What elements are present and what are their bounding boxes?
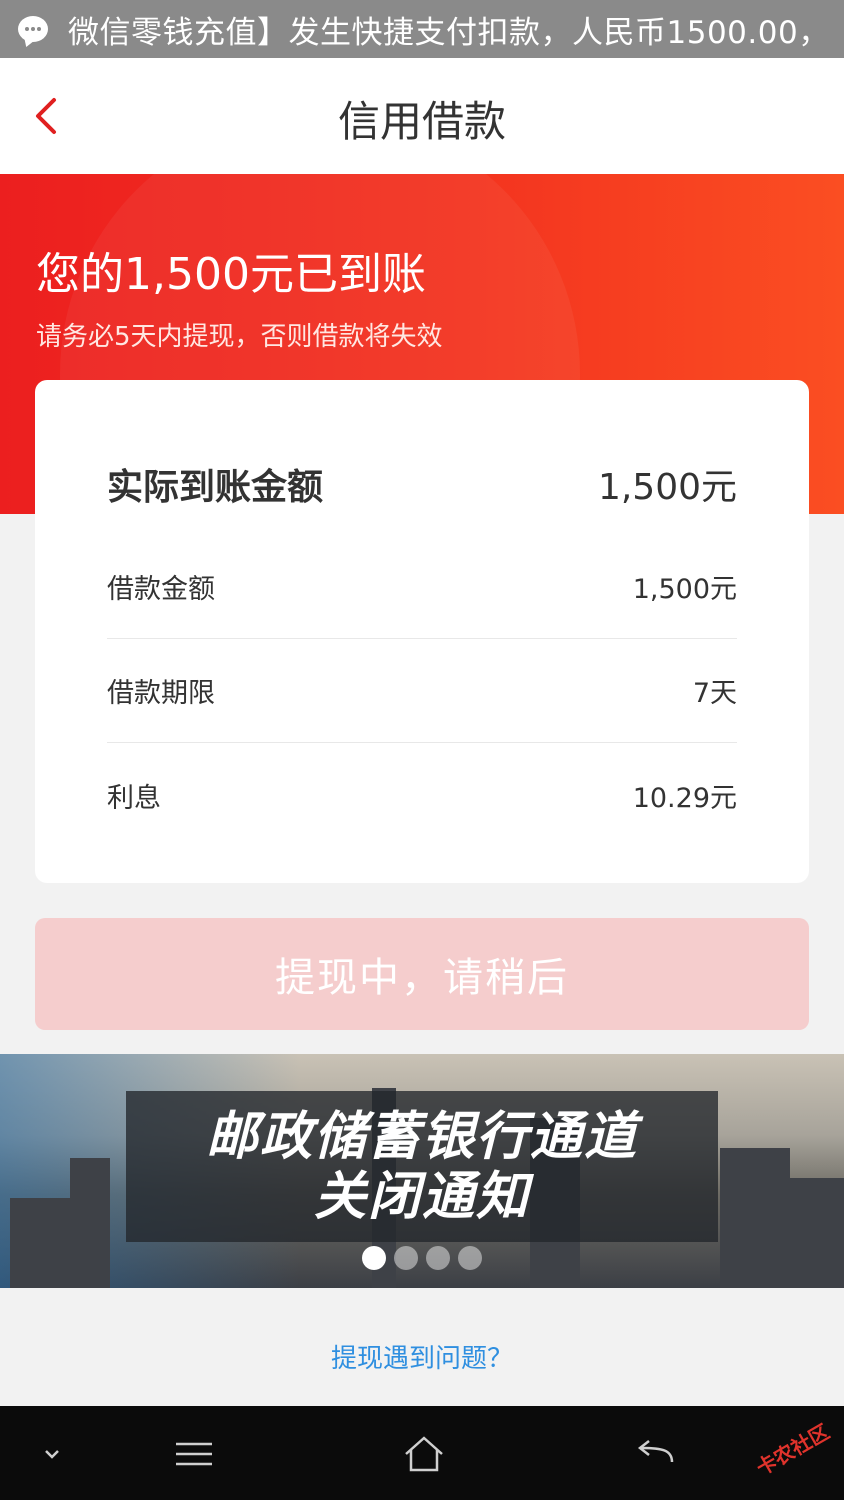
- carousel-dot[interactable]: [458, 1246, 482, 1270]
- withdraw-button[interactable]: 提现中，请稍后: [35, 918, 809, 1030]
- loan-term-row: 借款期限 7天: [107, 639, 737, 743]
- banner-text-box: 邮政储蓄银行通道 关闭通知: [126, 1091, 718, 1242]
- notification-text: 微信零钱充值】发生快捷支付扣款，人民币1500.00，: [68, 14, 830, 51]
- received-amount-value: 1,500元: [597, 467, 737, 508]
- withdraw-help-link[interactable]: 提现遇到问题？: [0, 1338, 844, 1375]
- chat-bubble-icon: [18, 16, 48, 42]
- carousel-dot[interactable]: [362, 1246, 386, 1270]
- chevron-down-icon[interactable]: [30, 1432, 74, 1476]
- loan-term-value: 7天: [692, 678, 737, 709]
- notification-bar[interactable]: 微信零钱充值】发生快捷支付扣款，人民币1500.00，: [0, 0, 844, 58]
- banner-building: [790, 1178, 844, 1288]
- banner-title-line1: 邮政储蓄银行通道: [205, 1106, 638, 1167]
- banner-building: [10, 1198, 70, 1288]
- interest-value: 10.29元: [632, 782, 737, 814]
- page-title: 信用借款: [337, 97, 506, 146]
- loan-amount-row: 借款金额 1,500元: [107, 535, 737, 639]
- banner-building: [720, 1148, 790, 1288]
- carousel-dots: [362, 1246, 482, 1270]
- loan-summary-card: 实际到账金额 1,500元 借款金额 1,500元 借款期限 7天 利息 10.…: [35, 380, 809, 883]
- hero-headline: 您的1,500元已到账: [36, 249, 426, 300]
- banner-title-line2: 关闭通知: [313, 1166, 530, 1227]
- back-arrow-icon[interactable]: [634, 1432, 678, 1476]
- hero-subline: 请务必5天内提现，否则借款将失效: [36, 322, 443, 352]
- banner-building: [70, 1158, 110, 1288]
- home-icon[interactable]: [402, 1432, 446, 1476]
- loan-term-label: 借款期限: [107, 678, 215, 709]
- notice-banner-carousel[interactable]: 邮政储蓄银行通道 关闭通知: [0, 1054, 844, 1288]
- menu-icon[interactable]: [172, 1432, 216, 1476]
- system-nav-bar: 卡农社区: [0, 1406, 844, 1500]
- watermark-logo: 卡农社区: [752, 1419, 834, 1481]
- interest-label: 利息: [107, 782, 161, 814]
- interest-row: 利息 10.29元: [107, 743, 737, 847]
- loan-amount-value: 1,500元: [632, 574, 737, 605]
- nav-bar: 信用借款: [0, 58, 844, 174]
- carousel-dot[interactable]: [426, 1246, 450, 1270]
- received-amount-label: 实际到账金额: [107, 467, 324, 508]
- loan-amount-label: 借款金额: [107, 574, 215, 605]
- carousel-dot[interactable]: [394, 1246, 418, 1270]
